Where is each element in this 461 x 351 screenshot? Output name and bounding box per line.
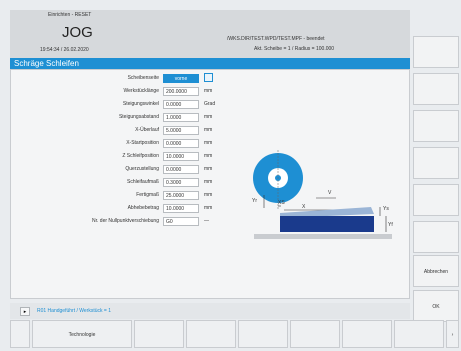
- message-text: R01 Handgeführt / Werkstück = 1: [37, 308, 111, 314]
- field-row: X-Überlauf 5.0000 mm: [11, 126, 251, 136]
- field-unit: mm: [204, 88, 213, 94]
- field-row: Querzustellung 0.0000 mm: [11, 165, 251, 175]
- grinding-diagram: Yr XS X V Ys Yf: [252, 150, 393, 239]
- field-row: Werkstücklänge 200.0000 mm: [11, 87, 251, 97]
- window-title: Schräge Schleifen: [14, 59, 79, 68]
- ok-button[interactable]: OK: [413, 290, 459, 322]
- field-label: Nr. der Nullpunktverschiebung: [92, 218, 159, 224]
- field-label: Steigungswinkel: [122, 101, 159, 107]
- v-label: V: [328, 190, 332, 196]
- field-unit: mm: [204, 205, 213, 211]
- program-status: /WKS.DIR/TEST.WPD/TEST.MPF - beendet: [227, 36, 325, 42]
- softkey-right-2[interactable]: [413, 73, 459, 105]
- field-input[interactable]: G0: [163, 217, 199, 226]
- field-unit: Grad: [204, 101, 216, 107]
- message-bar: ▸ R01 Handgeführt / Werkstück = 1: [10, 303, 410, 319]
- field-input[interactable]: 0.0000: [163, 139, 199, 148]
- softkey-bottom-more[interactable]: ›: [446, 320, 459, 348]
- field-label: Steigungsabstand: [118, 114, 159, 120]
- operating-mode: Einrichten - RESET: [48, 12, 92, 18]
- field-label: Abhebebetrag: [127, 205, 159, 211]
- softkey-bottom-5[interactable]: [238, 320, 288, 348]
- field-row: Scheibenseite vorne: [11, 73, 251, 84]
- field-row: X-Startposition 0.0000 mm: [11, 139, 251, 149]
- field-input[interactable]: 0.3000: [163, 178, 199, 187]
- field-label: X-Überlauf: [135, 127, 159, 133]
- field-input[interactable]: 1.0000: [163, 113, 199, 122]
- field-unit: mm: [204, 192, 213, 198]
- softkey-bottom-7[interactable]: [342, 320, 392, 348]
- field-unit: mm: [204, 140, 213, 146]
- field-label: Fertigmaß: [136, 192, 159, 198]
- field-input[interactable]: 200.0000: [163, 87, 199, 96]
- recall-arrow-icon[interactable]: ▸: [20, 307, 30, 316]
- yr-label: Yr: [252, 198, 257, 204]
- field-row: Abhebebetrag 10.0000 mm: [11, 204, 251, 214]
- field-row: Schleifaufmaß 0.3000 mm: [11, 178, 251, 188]
- field-unit: mm: [204, 179, 213, 185]
- softkey-right-5[interactable]: [413, 184, 459, 216]
- softkey-right-3[interactable]: [413, 110, 459, 142]
- header: Einrichten - RESET JOG 19:54:34 / 26.02.…: [10, 10, 410, 58]
- field-label: Werkstücklänge: [123, 88, 159, 94]
- cancel-button[interactable]: Abbrechen: [413, 255, 459, 287]
- ys-label: Ys: [383, 206, 389, 212]
- workpiece: [280, 216, 374, 232]
- technology-button[interactable]: Technologie: [32, 320, 132, 348]
- field-row: Fertigmaß 25.0000 mm: [11, 191, 251, 201]
- field-unit: mm: [204, 114, 213, 120]
- softkey-bottom-8[interactable]: [394, 320, 444, 348]
- datetime: 19:54:34 / 26.02.2020: [40, 47, 89, 53]
- screen: Einrichten - RESET JOG 19:54:34 / 26.02.…: [0, 0, 461, 351]
- field-input[interactable]: 10.0000: [163, 152, 199, 161]
- field-label: Scheibenseite: [127, 75, 159, 81]
- machine-table: [254, 234, 392, 239]
- field-label: Querzustellung: [125, 166, 159, 172]
- field-input[interactable]: 0.0000: [163, 165, 199, 174]
- xs-label: XS: [278, 200, 285, 206]
- softkey-bottom-3[interactable]: [134, 320, 184, 348]
- x-label: X: [302, 204, 306, 210]
- parameter-panel: Scheibenseite vorne Werkstücklänge 200.0…: [10, 69, 410, 299]
- field-input[interactable]: 0.0000: [163, 100, 199, 109]
- field-unit: —: [204, 218, 209, 224]
- page-title: JOG: [62, 24, 93, 41]
- softkey-right-6[interactable]: [413, 221, 459, 253]
- field-row: Nr. der Nullpunktverschiebung G0 —: [11, 217, 251, 227]
- field-input[interactable]: 25.0000: [163, 191, 199, 200]
- softkey-bottom-back[interactable]: [10, 320, 30, 348]
- field-input[interactable]: 5.0000: [163, 126, 199, 135]
- field-unit: mm: [204, 127, 213, 133]
- field-label: X-Startposition: [126, 140, 159, 146]
- field-row: Steigungsabstand 1.0000 mm: [11, 113, 251, 123]
- softkey-right-1[interactable]: [413, 36, 459, 68]
- field-label: Schleifaufmaß: [127, 179, 159, 185]
- field-unit: mm: [204, 166, 213, 172]
- toggle-icon[interactable]: [204, 73, 213, 82]
- softkey-right-4[interactable]: [413, 147, 459, 179]
- window-title-bar: Schräge Schleifen: [10, 58, 410, 69]
- yf-label: Yf: [388, 222, 393, 228]
- field-unit: mm: [204, 153, 213, 159]
- field-select[interactable]: vorne: [163, 74, 199, 83]
- field-row: Steigungswinkel 0.0000 Grad: [11, 100, 251, 110]
- wheel-status: Akt. Scheibe = 1 / Radius = 100.000: [254, 46, 335, 52]
- softkey-bottom-4[interactable]: [186, 320, 236, 348]
- field-label: Z Schleifposition: [122, 153, 159, 159]
- softkey-bottom-6[interactable]: [290, 320, 340, 348]
- field-row: Z Schleifposition 10.0000 mm: [11, 152, 251, 162]
- field-input[interactable]: 10.0000: [163, 204, 199, 213]
